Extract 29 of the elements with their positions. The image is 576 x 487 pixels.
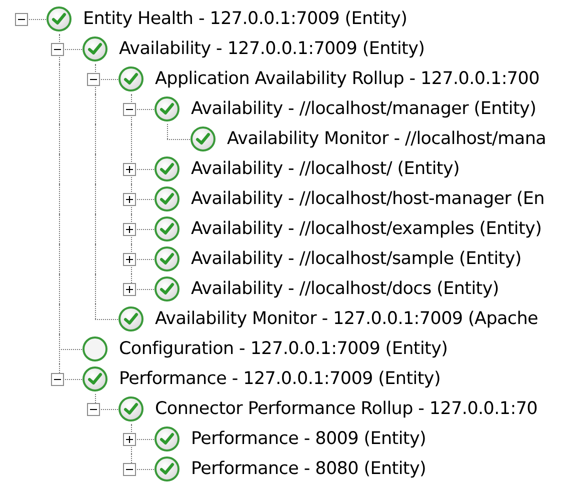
tree-item-label[interactable]: Availability - //localhost/sample (Entity)	[191, 249, 522, 269]
tree-item-label[interactable]: Availability Monitor - //localhost/mana	[227, 129, 546, 149]
tree-item-label[interactable]: Performance - 8009 (Entity)	[191, 429, 426, 449]
tree-item-label[interactable]: Entity Health - 127.0.0.1:7009 (Entity)	[83, 9, 408, 29]
tree-item-label[interactable]: Application Availability Rollup - 127.0.0.1:700	[155, 69, 540, 89]
tree-item-label[interactable]: Performance - 8080 (Entity)	[191, 459, 426, 479]
tree-item-label[interactable]: Availability - //localhost/examples (Entity)	[191, 219, 542, 239]
tree-item-label[interactable]: Configuration - 127.0.0.1:7009 (Entity)	[119, 339, 448, 359]
collapse-toggle-icon[interactable]	[51, 43, 64, 56]
tree-item-label[interactable]: Performance - 127.0.0.1:7009 (Entity)	[119, 369, 440, 389]
collapse-toggle-icon[interactable]	[123, 463, 136, 476]
tree-item-label[interactable]: Availability - //localhost/docs (Entity)	[191, 279, 499, 299]
expand-toggle-icon[interactable]	[123, 283, 136, 296]
expand-toggle-icon[interactable]	[123, 253, 136, 266]
collapse-toggle-icon[interactable]	[123, 103, 136, 116]
expand-toggle-icon[interactable]	[123, 163, 136, 176]
tree-item-label[interactable]: Availability - 127.0.0.1:7009 (Entity)	[119, 39, 425, 59]
collapse-toggle-icon[interactable]	[51, 373, 64, 386]
expand-toggle-icon[interactable]	[123, 433, 136, 446]
tree-item-label[interactable]: Connector Performance Rollup - 127.0.0.1:70	[155, 399, 538, 419]
tree-item-label[interactable]: Availability - //localhost/ (Entity)	[191, 159, 460, 179]
collapse-toggle-icon[interactable]	[15, 13, 28, 26]
tree-item-label[interactable]: Availability Monitor - 127.0.0.1:7009 (Apache	[155, 309, 538, 329]
collapse-toggle-icon[interactable]	[87, 73, 100, 86]
expand-toggle-icon[interactable]	[123, 193, 136, 206]
expand-toggle-icon[interactable]	[123, 223, 136, 236]
tree-item-label[interactable]: Availability - //localhost/manager (Entity)	[191, 99, 536, 119]
tree-item-label[interactable]: Availability - //localhost/host-manager (En	[191, 189, 544, 209]
collapse-toggle-icon[interactable]	[87, 403, 100, 416]
